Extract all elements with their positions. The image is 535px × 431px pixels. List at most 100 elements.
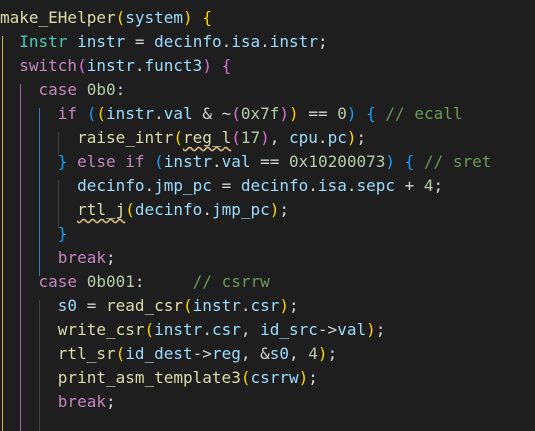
code-token: val bbox=[337, 320, 367, 339]
code-token: . bbox=[260, 32, 270, 51]
code-token: ) bbox=[269, 200, 280, 219]
code-token: ( bbox=[96, 104, 106, 123]
code-line-15[interactable]: rtl_sr(id_dest->reg, &s0, 4); bbox=[0, 342, 337, 366]
code-token: system bbox=[125, 8, 184, 27]
code-token: . bbox=[202, 320, 212, 339]
code-token: { bbox=[366, 104, 376, 123]
code-line-16[interactable]: print_asm_template3(csrrw); bbox=[0, 366, 318, 390]
code-line-7[interactable]: } else if (instr.val == 0x10200073) { //… bbox=[0, 150, 492, 174]
code-line-8[interactable]: decinfo.jmp_pc = decinfo.isa.sepc + 4; bbox=[0, 174, 443, 198]
code-line-10[interactable]: } bbox=[0, 222, 68, 246]
code-token: id_src bbox=[260, 320, 318, 339]
code-token: + bbox=[395, 176, 424, 195]
code-line-3[interactable]: switch(instr.funct3) { bbox=[0, 54, 231, 78]
code-token: == bbox=[250, 152, 290, 171]
code-token: ) bbox=[260, 128, 270, 147]
code-token: ( bbox=[86, 104, 97, 123]
code-token: 0x10200073 bbox=[289, 152, 386, 171]
code-token: ; bbox=[356, 128, 367, 147]
code-line-6[interactable]: raise_intr(reg_l(17), cpu.pc); bbox=[0, 126, 366, 150]
code-token: ( bbox=[231, 104, 241, 123]
code-token: -> bbox=[192, 344, 212, 363]
code-token: ( bbox=[115, 344, 126, 363]
code-token: ; bbox=[308, 368, 318, 387]
code-token: instr bbox=[105, 104, 155, 123]
code-line-12[interactable]: case 0b001: // csrrw bbox=[0, 270, 270, 294]
code-token: make_EHelper bbox=[0, 8, 116, 27]
code-line-13[interactable]: s0 = read_csr(instr.csr); bbox=[0, 294, 299, 318]
code-token: pc bbox=[327, 128, 347, 147]
code-token: instr bbox=[163, 152, 212, 171]
code-token: = bbox=[77, 296, 106, 315]
code-token: == bbox=[298, 104, 338, 123]
code-token: ; bbox=[433, 176, 444, 195]
code-line-11[interactable]: break; bbox=[0, 246, 116, 270]
code-token: ; bbox=[105, 248, 116, 267]
code-token: ; bbox=[105, 392, 116, 411]
code-token: . bbox=[144, 176, 155, 195]
code-token: ; bbox=[317, 32, 328, 51]
code-token: . bbox=[202, 200, 212, 219]
code-token: // sret bbox=[423, 152, 492, 171]
code-line-17[interactable]: break; bbox=[0, 390, 116, 414]
code-token: & ~ bbox=[192, 104, 232, 123]
code-token: reg_l bbox=[183, 128, 232, 147]
code-token: ( bbox=[77, 56, 87, 75]
code-token: csr bbox=[250, 296, 280, 315]
code-token: , & bbox=[240, 344, 270, 363]
code-token: val bbox=[221, 152, 251, 171]
code-line-1[interactable]: make_EHelper(system) { bbox=[0, 6, 212, 30]
code-token: if bbox=[57, 104, 78, 123]
code-token: ) bbox=[346, 104, 357, 123]
code-token: reg bbox=[211, 344, 241, 363]
code-token: 0 bbox=[337, 104, 347, 123]
code-line-2[interactable]: Instr instr = decinfo.isa.instr; bbox=[0, 30, 328, 54]
code-token: . bbox=[308, 176, 318, 195]
code-token: switch bbox=[19, 56, 78, 75]
code-token: 4 bbox=[308, 344, 318, 363]
code-token: = bbox=[211, 176, 241, 195]
code-token: 0b0 bbox=[86, 80, 116, 99]
code-token: : bbox=[115, 80, 126, 99]
code-token: ( bbox=[125, 200, 135, 219]
code-editor[interactable]: make_EHelper(system) { Instr instr = dec… bbox=[0, 0, 535, 431]
code-token: { bbox=[202, 8, 212, 27]
code-token: // csrrw bbox=[192, 272, 270, 291]
code-token: 17 bbox=[240, 128, 261, 147]
code-line-9[interactable]: rtl_j(decinfo.jmp_pc); bbox=[0, 198, 289, 222]
code-token: ; bbox=[279, 200, 290, 219]
code-token: ) bbox=[298, 368, 309, 387]
code-line-5[interactable]: if ((instr.val & ~(0x7f)) == 0) { // eca… bbox=[0, 102, 463, 126]
code-token: } bbox=[57, 152, 68, 171]
code-token: // ecall bbox=[385, 104, 463, 123]
code-token: = bbox=[125, 32, 155, 51]
code-token: . bbox=[134, 56, 145, 75]
code-token: case bbox=[38, 272, 78, 291]
code-token: rtl_sr bbox=[57, 344, 116, 363]
code-token: else bbox=[77, 152, 116, 171]
code-token: ) bbox=[366, 320, 376, 339]
code-token: ( bbox=[231, 128, 241, 147]
code-token: break bbox=[57, 248, 106, 267]
code-token: . bbox=[154, 104, 164, 123]
code-token: break bbox=[57, 392, 106, 411]
code-token: ( bbox=[144, 320, 155, 339]
code-line-4[interactable]: case 0b0: bbox=[0, 78, 126, 102]
code-token: decinfo bbox=[240, 176, 309, 195]
code-line-14[interactable]: write_csr(instr.csr, id_src->val); bbox=[0, 318, 386, 342]
